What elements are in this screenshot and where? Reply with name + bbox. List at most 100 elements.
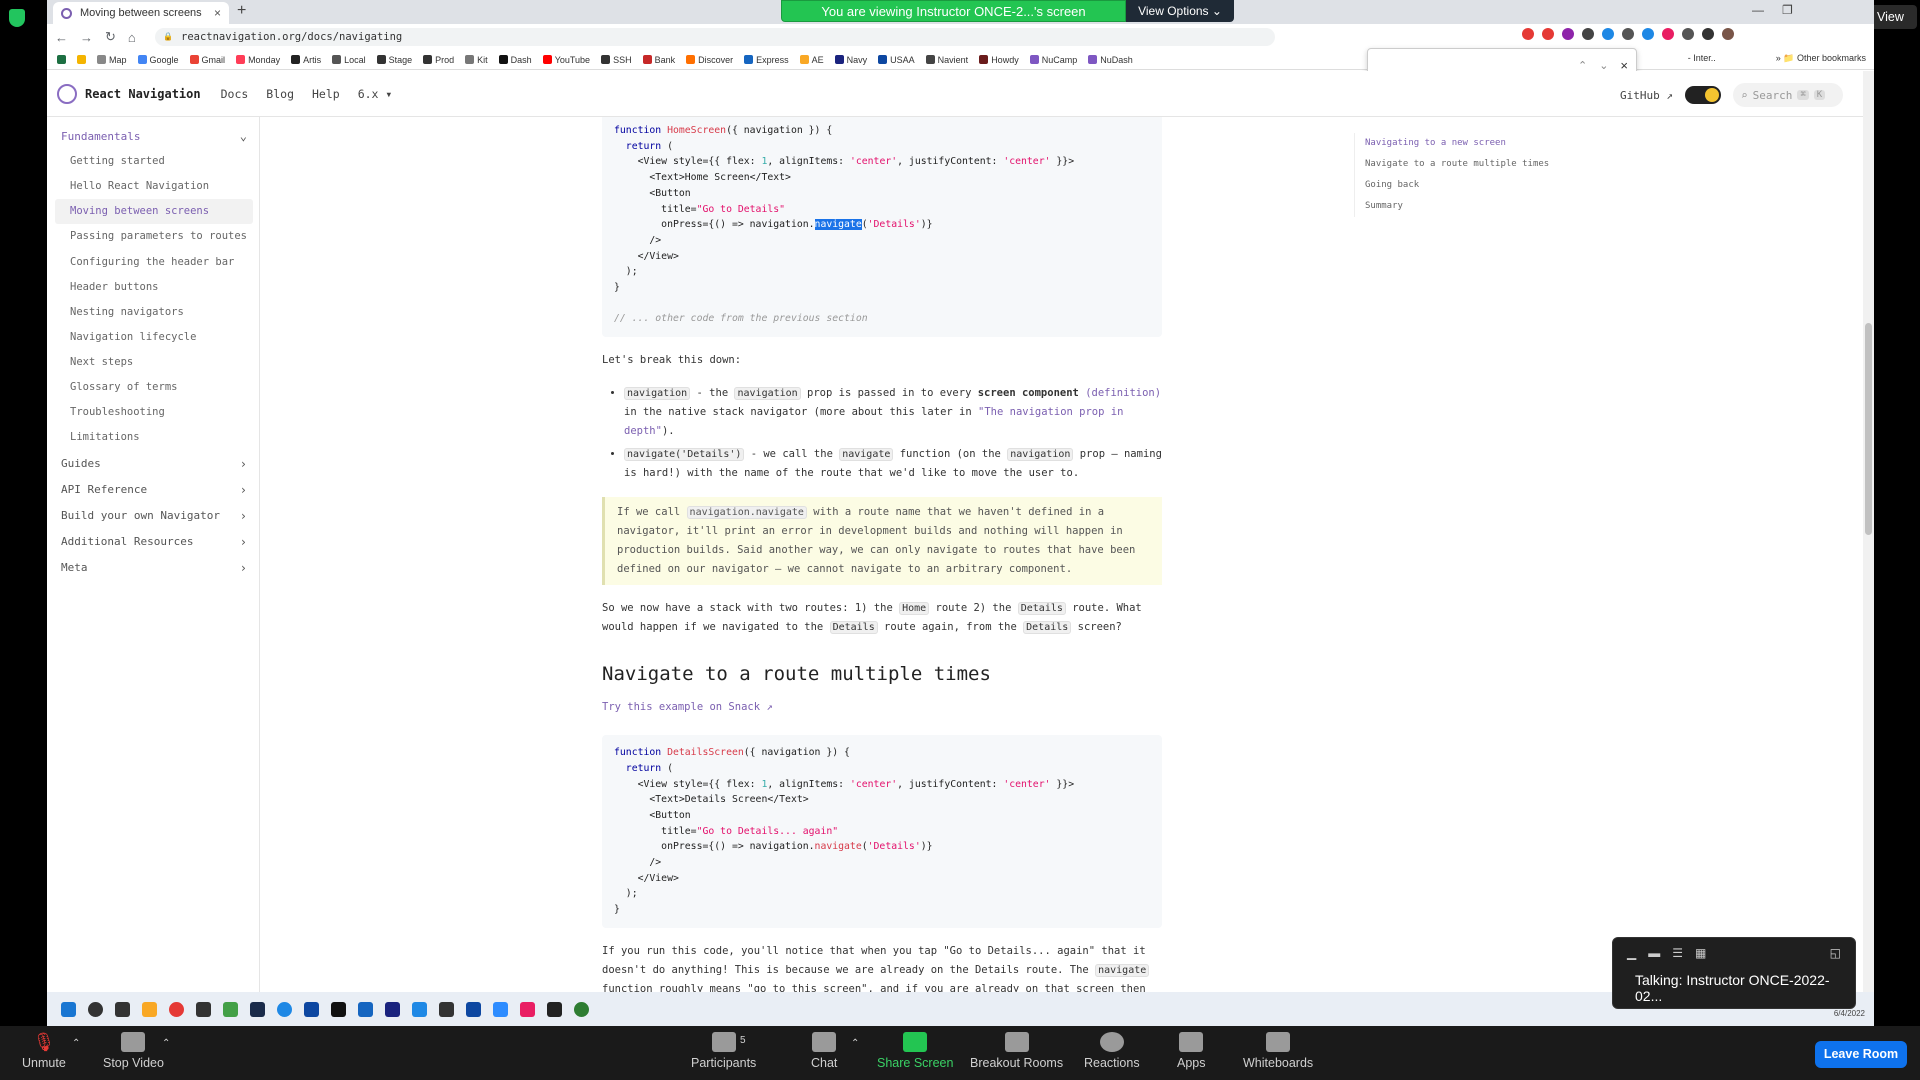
sidebar-item-glossary[interactable]: Glossary of terms — [55, 375, 253, 400]
sidebar-item-troubleshooting[interactable]: Troubleshooting — [55, 400, 253, 425]
forward-icon[interactable]: → — [80, 30, 93, 45]
minimize-icon[interactable]: — — [1752, 3, 1764, 17]
sidebar-item-header-buttons[interactable]: Header buttons — [55, 275, 253, 300]
expand-icon[interactable]: ◱ — [1830, 946, 1841, 960]
breakout-rooms-button[interactable]: Breakout Rooms — [970, 1032, 1063, 1070]
sidebar-item-moving-between-screens[interactable]: Moving between screens — [55, 199, 253, 225]
app-icon[interactable] — [223, 1001, 238, 1017]
bookmark[interactable]: Google — [137, 55, 179, 65]
slack-icon[interactable] — [520, 1001, 535, 1017]
restore-icon[interactable]: ❐ — [1782, 3, 1793, 17]
bookmark[interactable]: YouTube — [542, 55, 590, 65]
excel-icon[interactable] — [57, 55, 66, 64]
version-dropdown[interactable]: 6.x ▾ — [358, 87, 393, 101]
sidebar-group-guides[interactable]: Guides › — [55, 451, 253, 477]
vscode-icon[interactable] — [466, 1001, 481, 1017]
back-icon[interactable]: ← — [55, 30, 68, 45]
sidebar-section-fundamentals[interactable]: Fundamentals ⌄ — [55, 123, 253, 149]
unmute-button[interactable]: 🎙 Unmute — [22, 1032, 66, 1070]
browser-tab[interactable]: Moving between screens × — [53, 2, 229, 24]
sidebar-item-header-bar[interactable]: Configuring the header bar — [55, 250, 253, 275]
scroll-thumb[interactable] — [1865, 323, 1872, 535]
app-icon[interactable] — [277, 1001, 292, 1017]
bookmark[interactable]: NuCamp — [1029, 55, 1077, 65]
github-link[interactable]: GitHub ↗ — [1620, 89, 1673, 102]
snack-link[interactable]: Try this example on Snack ↗ — [602, 701, 1162, 713]
toc-item[interactable]: Going back — [1365, 175, 1584, 196]
app-icon[interactable] — [439, 1001, 454, 1017]
extension-icon[interactable] — [1542, 28, 1554, 40]
puzzle-icon[interactable] — [1682, 28, 1694, 40]
toc-item[interactable]: Navigating to a new screen — [1365, 133, 1584, 154]
new-tab-button[interactable]: + — [237, 2, 246, 20]
bookmark[interactable]: AE — [799, 55, 824, 65]
chrome-icon[interactable] — [169, 1001, 184, 1017]
bookmark[interactable]: Navient — [925, 55, 968, 65]
sidebar-item-passing-parameters[interactable]: Passing parameters to routes — [55, 224, 253, 249]
home-icon[interactable]: ⌂ — [128, 30, 136, 45]
sidepanel-icon[interactable] — [1702, 28, 1714, 40]
bookmark[interactable]: Prod — [423, 55, 454, 65]
sidebar-group-build[interactable]: Build your own Navigator › — [55, 503, 253, 529]
bookmark[interactable]: Navy — [834, 55, 867, 65]
definition-link[interactable]: (definition) — [1085, 387, 1161, 399]
terminal-icon[interactable] — [331, 1001, 346, 1017]
extension-icon[interactable] — [1562, 28, 1574, 40]
bookmark[interactable]: Local — [332, 55, 366, 65]
bookmark[interactable]: SSH — [601, 55, 632, 65]
participants-button[interactable]: Participants — [691, 1032, 756, 1070]
theme-toggle[interactable] — [1685, 86, 1721, 104]
steam-icon[interactable] — [250, 1001, 265, 1017]
app-icon[interactable] — [358, 1001, 373, 1017]
app-icon[interactable] — [304, 1001, 319, 1017]
nav-help[interactable]: Help — [312, 87, 340, 101]
search-button[interactable]: ⌕ Search ⌘ K — [1733, 83, 1843, 107]
sidebar-group-api[interactable]: API Reference › — [55, 477, 253, 503]
extension-icon[interactable] — [1582, 28, 1594, 40]
chat-button[interactable]: Chat — [811, 1032, 837, 1070]
bookmark[interactable]: Discover — [686, 55, 733, 65]
zoom-icon[interactable] — [493, 1001, 508, 1017]
video-options-caret-icon[interactable]: ⌃ — [162, 1038, 170, 1049]
terminal-icon[interactable] — [547, 1001, 562, 1017]
leave-room-button[interactable]: Leave Room — [1815, 1041, 1907, 1068]
extension-icon[interactable] — [1622, 28, 1634, 40]
whiteboards-button[interactable]: Whiteboards — [1243, 1032, 1313, 1070]
grid-view-icon[interactable]: ▦ — [1695, 946, 1706, 960]
bookmark[interactable]: NuDash — [1088, 55, 1133, 65]
find-next-icon[interactable]: ⌄ — [1599, 59, 1608, 72]
chat-caret-icon[interactable]: ⌃ — [851, 1038, 859, 1049]
app-icon[interactable] — [412, 1001, 427, 1017]
sidebar-group-meta[interactable]: Meta › — [55, 555, 253, 581]
bookmark[interactable]: Monday — [236, 55, 280, 65]
page-scrollbar[interactable] — [1863, 71, 1874, 1008]
url-field[interactable]: reactnavigation.org/docs/navigating — [155, 28, 1275, 46]
sidebar-item-nesting[interactable]: Nesting navigators — [55, 300, 253, 325]
task-view-icon[interactable] — [115, 1001, 130, 1017]
bookmark[interactable]: Express — [744, 55, 789, 65]
layout-icon[interactable]: ▬ — [1648, 946, 1660, 960]
sidebar-item-next-steps[interactable]: Next steps — [55, 350, 253, 375]
extension-icon[interactable] — [1662, 28, 1674, 40]
bookmark[interactable]: USAA — [878, 55, 915, 65]
other-bookmarks[interactable]: - Inter..» 📁 Other bookmarks — [1688, 53, 1866, 64]
avatar[interactable] — [1722, 28, 1734, 40]
file-explorer-icon[interactable] — [142, 1001, 157, 1017]
sidebar-item-hello[interactable]: Hello React Navigation — [55, 174, 253, 199]
bookmark-overflow[interactable]: - Inter.. — [1688, 53, 1716, 63]
bookmark[interactable]: Dash — [498, 55, 532, 65]
apps-button[interactable]: Apps — [1177, 1032, 1206, 1070]
close-tab-icon[interactable]: × — [214, 6, 221, 20]
extension-icon[interactable] — [1602, 28, 1614, 40]
windows-start-icon[interactable] — [61, 1001, 76, 1017]
sidebar-group-resources[interactable]: Additional Resources › — [55, 529, 253, 555]
sidebar-item-lifecycle[interactable]: Navigation lifecycle — [55, 325, 253, 350]
view-options-button[interactable]: View Options ⌄ — [1126, 0, 1234, 22]
apps-icon[interactable] — [77, 55, 86, 64]
app-icon[interactable] — [196, 1001, 211, 1017]
extension-icon[interactable] — [1522, 28, 1534, 40]
react-navigation-logo-icon[interactable] — [57, 83, 77, 104]
sidebar-item-getting-started[interactable]: Getting started — [55, 149, 253, 174]
find-prev-icon[interactable]: ⌃ — [1578, 59, 1587, 72]
toc-item[interactable]: Navigate to a route multiple times — [1365, 154, 1584, 175]
